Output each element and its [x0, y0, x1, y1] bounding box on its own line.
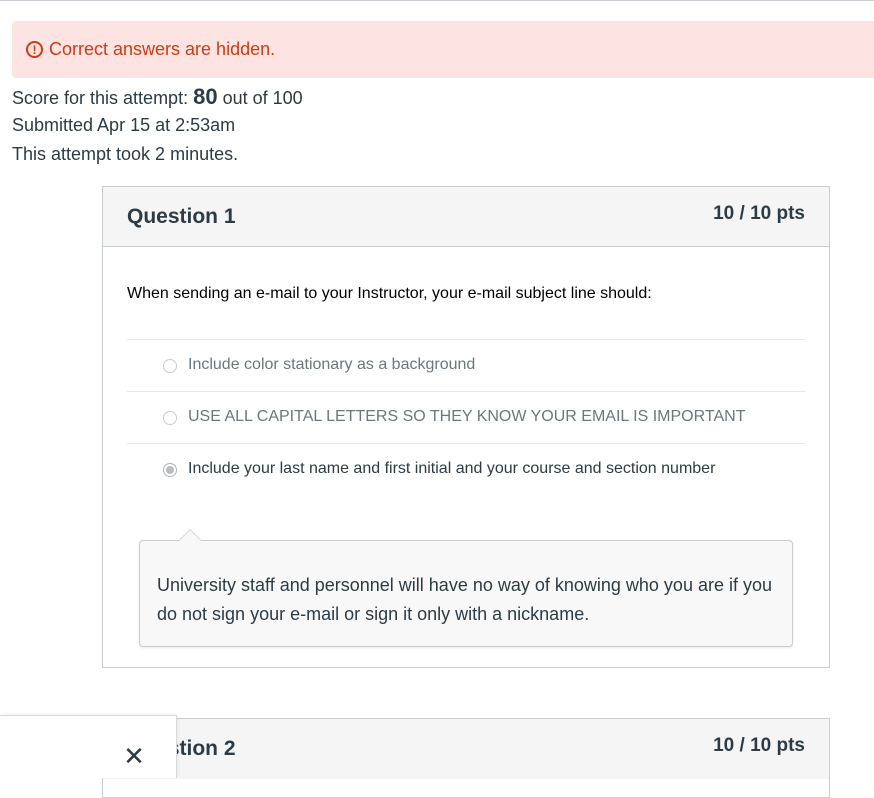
score-value: 80: [193, 84, 218, 109]
question-card: Question 2 10 / 10 pts: [102, 718, 830, 798]
hidden-answers-alert: ! Correct answers are hidden.: [12, 21, 874, 78]
close-icon[interactable]: ✕: [122, 744, 146, 770]
comment-text: University staff and personnel will have…: [157, 575, 772, 624]
attempt-duration: This attempt took 2 minutes.: [12, 144, 239, 164]
radio-button-selected: [163, 463, 177, 477]
answer-comment: University staff and personnel will have…: [139, 529, 793, 647]
answer-option: USE ALL CAPITAL LETTERS SO THEY KNOW YOU…: [127, 392, 806, 444]
alert-text: Correct answers are hidden.: [49, 39, 276, 59]
question-text: When sending an e-mail to your Instructo…: [127, 285, 652, 302]
bottom-tray: ✕: [0, 715, 177, 778]
question-points: 10 / 10 pts: [713, 735, 805, 756]
answer-list: Include color stationary as a background…: [127, 339, 806, 496]
question-header: Question 1 10 / 10 pts: [103, 187, 829, 247]
question-card: Question 1 10 / 10 pts When sending an e…: [102, 186, 830, 668]
submitted-time: Submitted Apr 15 at 2:53am: [12, 115, 236, 135]
question-title: Question 1: [127, 205, 236, 228]
answer-label: Include your last name and first initial…: [188, 460, 716, 477]
radio-button: [163, 359, 177, 373]
answer-label: USE ALL CAPITAL LETTERS SO THEY KNOW YOU…: [188, 408, 746, 425]
comment-pointer: [178, 529, 202, 541]
exclamation-circle-icon: !: [26, 41, 43, 58]
score-suffix: out of 100: [217, 88, 303, 108]
score-prefix: Score for this attempt:: [12, 88, 194, 108]
answer-label: Include color stationary as a background: [188, 356, 476, 373]
radio-button: [163, 411, 177, 425]
score-line: Score for this attempt: 80 out of 100: [12, 84, 303, 110]
answer-option-selected: Include your last name and first initial…: [127, 444, 806, 496]
top-divider: [0, 0, 874, 1]
question-header: Question 2 10 / 10 pts: [103, 719, 829, 779]
answer-option: Include color stationary as a background: [127, 340, 806, 392]
question-points: 10 / 10 pts: [713, 203, 805, 224]
